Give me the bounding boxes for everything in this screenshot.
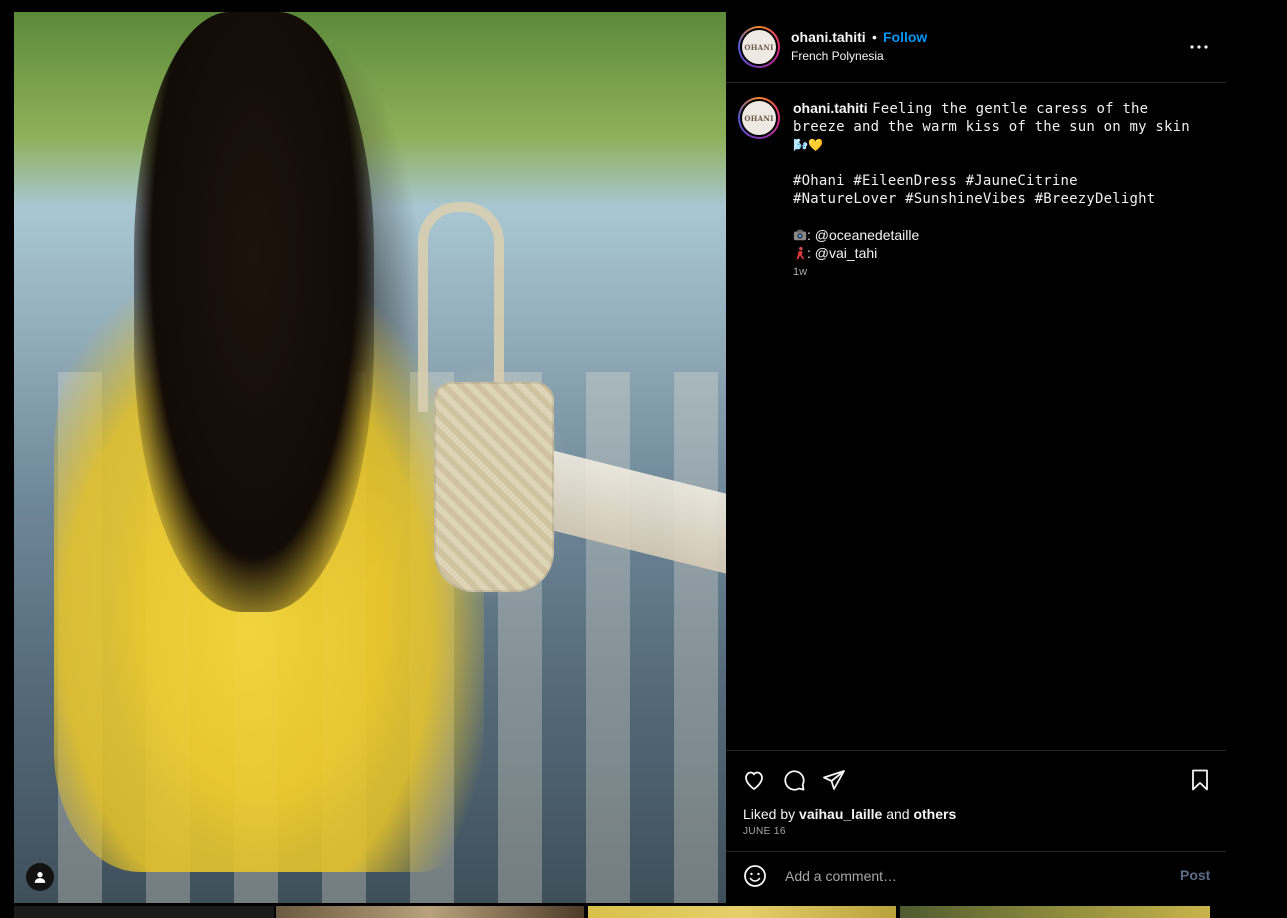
camera-icon [793, 229, 807, 241]
photo-hair [134, 12, 374, 612]
like-button[interactable] [741, 767, 767, 793]
photo-credit-text[interactable]: : @oceanedetaille [807, 227, 919, 243]
comment-icon [784, 770, 805, 791]
post-panel: OHANI ohani.tahiti • Follow French Polyn… [726, 12, 1226, 903]
caption-avatar-logo: OHANI [742, 101, 776, 135]
hashtags-line-2[interactable]: #NatureLover #SunshineVibes #BreezyDelig… [793, 190, 1213, 208]
more-post-thumb[interactable] [900, 906, 1210, 918]
photo-bag [434, 382, 554, 592]
hashtags-line-1[interactable]: #Ohani #EileenDress #JauneCitrine [793, 172, 1213, 190]
post-date[interactable]: JUNE 16 [743, 826, 786, 837]
photo-credit: : @oceanedetaille [793, 226, 1213, 244]
model-credit-text[interactable]: : @vai_tahi [807, 245, 877, 261]
dancer-icon [796, 246, 805, 260]
more-options-button[interactable] [1188, 36, 1210, 58]
liked-by-user[interactable]: vaihau_laille [799, 806, 882, 822]
caption-avatar[interactable]: OHANI [738, 97, 780, 139]
post-time[interactable]: 1w [793, 266, 1213, 278]
send-icon [823, 770, 845, 790]
share-button[interactable] [821, 767, 847, 793]
emoji-button[interactable] [742, 863, 768, 889]
caption-blank-2 [793, 208, 1213, 226]
caption-line-1: Feeling the gentle caress of the [872, 101, 1149, 117]
comment-bar: Post [726, 851, 1226, 903]
tagged-users-button[interactable] [26, 863, 54, 891]
likes-others-link[interactable]: others [913, 806, 956, 822]
post-comment-button[interactable]: Post [1180, 867, 1210, 883]
more-post-thumb[interactable] [276, 906, 584, 918]
caption-username[interactable]: ohani.tahiti [793, 100, 868, 116]
likes-summary: Liked by vaihau_laille and others [743, 806, 956, 822]
smiley-icon [744, 865, 766, 887]
post-photo[interactable] [14, 12, 726, 903]
bookmark-icon [1192, 769, 1208, 791]
comment-button[interactable] [781, 767, 807, 793]
author-avatar[interactable]: OHANI [738, 26, 780, 68]
likes-prefix: Liked by [743, 806, 796, 822]
caption-blank [793, 154, 1213, 172]
separator-dot: • [872, 29, 877, 45]
more-post-thumb[interactable] [14, 906, 274, 918]
model-credit: : @vai_tahi [793, 244, 1213, 262]
author-username[interactable]: ohani.tahiti [791, 29, 866, 45]
more-posts-strip [0, 903, 1287, 918]
photo-bag-strap [418, 202, 504, 412]
save-button[interactable] [1187, 767, 1213, 793]
post-header: OHANI ohani.tahiti • Follow French Polyn… [726, 12, 1226, 83]
caption-line-2: breeze and the warm kiss of the sun on m… [793, 119, 1190, 135]
heart-icon [745, 771, 763, 790]
caption-text: ohani.tahiti Feeling the gentle caress o… [793, 99, 1213, 278]
location-link[interactable]: French Polynesia [791, 49, 884, 63]
action-bar: Liked by vaihau_laille and others JUNE 1… [726, 750, 1226, 852]
caption-emoji: 🌬️💛 [793, 138, 823, 152]
more-post-thumb[interactable] [588, 906, 896, 918]
more-horizontal-icon [1190, 45, 1208, 49]
user-icon [34, 872, 46, 883]
avatar-logo: OHANI [742, 30, 776, 64]
comment-input[interactable] [783, 864, 1167, 888]
follow-button[interactable]: Follow [883, 29, 927, 45]
likes-and: and [886, 806, 910, 822]
